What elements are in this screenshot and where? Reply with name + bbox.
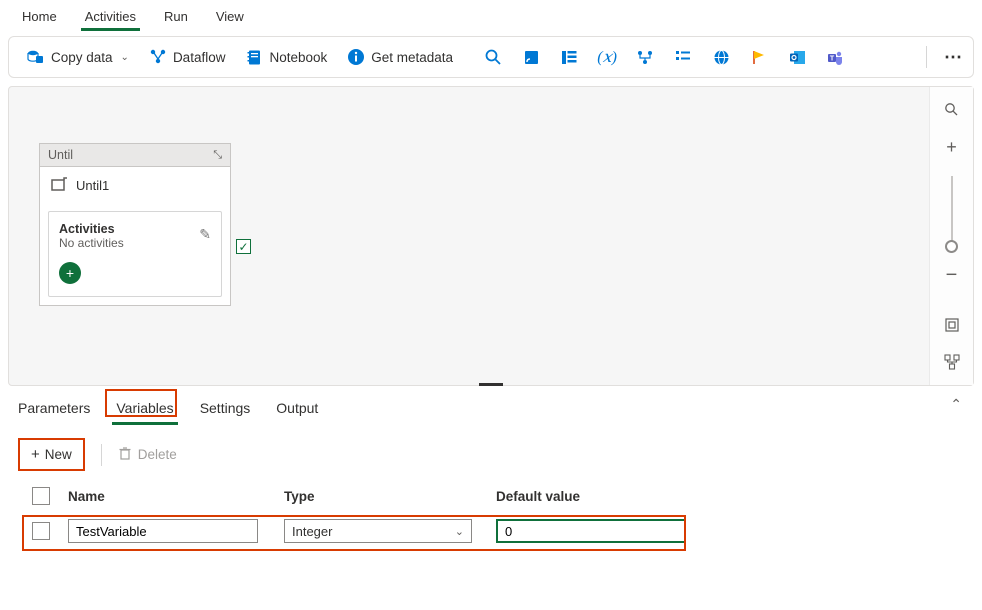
chevron-down-icon: ⌄ [121, 52, 129, 63]
more-button[interactable]: ⋯ [943, 47, 963, 67]
get-metadata-label: Get metadata [371, 50, 453, 65]
new-label: New [45, 447, 72, 462]
search-icon[interactable] [483, 47, 503, 67]
select-all-checkbox[interactable] [32, 487, 50, 505]
toolbar-icon-group: (𝑥) T [483, 47, 845, 67]
highlight-new-button: + New [18, 438, 85, 471]
panel-tabs: Parameters Variables Settings Output ⌃ [0, 386, 982, 424]
info-icon [347, 48, 365, 66]
activities-toolbar: Copy data ⌄ Dataflow Notebook Get metada… [8, 36, 974, 78]
delete-label: Delete [138, 447, 177, 462]
pipeline-icon[interactable] [635, 47, 655, 67]
menu-home[interactable]: Home [8, 3, 71, 30]
dataflow-icon [149, 48, 167, 66]
tab-parameters[interactable]: Parameters [14, 396, 94, 424]
get-metadata-button[interactable]: Get metadata [339, 44, 461, 70]
activity-card-header: Until ⤡ [40, 144, 230, 167]
variables-toolbar: + New Delete [0, 424, 982, 471]
teams-icon[interactable]: T [825, 47, 845, 67]
chevron-down-icon: ⌄ [455, 525, 464, 538]
copy-data-label: Copy data [51, 50, 113, 65]
header-name: Name [68, 489, 284, 504]
pipeline-canvas[interactable]: Until ⤡ Until1 Activities No activities … [8, 86, 974, 386]
list-icon[interactable] [559, 47, 579, 67]
zoom-out-button[interactable]: − [939, 263, 965, 288]
top-menu: Home Activities Run View [0, 0, 982, 32]
canvas-search-button[interactable] [939, 97, 965, 122]
until-icon [50, 176, 68, 194]
flag-icon[interactable] [749, 47, 769, 67]
no-activities-label: No activities [59, 236, 211, 250]
trash-icon [118, 446, 132, 464]
toolbar-separator [926, 46, 927, 68]
variable-type-select[interactable]: Integer ⌄ [284, 519, 472, 543]
copy-data-icon [27, 48, 45, 66]
activity-type-label: Until [48, 148, 73, 162]
delete-variable-button[interactable]: Delete [118, 446, 177, 464]
header-type: Type [284, 489, 496, 504]
tab-variables[interactable]: Variables [112, 396, 177, 424]
variables-table: Name Type Default value Integer ⌄ [24, 481, 958, 551]
menu-view[interactable]: View [202, 3, 258, 30]
canvas-controls: + − [929, 87, 973, 385]
activity-name: Until1 [76, 178, 109, 193]
notebook-icon [245, 48, 263, 66]
activities-label: Activities [59, 222, 211, 236]
script-icon[interactable] [521, 47, 541, 67]
menu-activities[interactable]: Activities [71, 3, 150, 30]
tab-settings[interactable]: Settings [196, 396, 255, 424]
copy-data-button[interactable]: Copy data ⌄ [19, 44, 137, 70]
header-default: Default value [496, 489, 694, 504]
variable-type-value: Integer [292, 524, 332, 539]
toolbar-separator-2 [101, 444, 102, 466]
edit-icon[interactable]: ✎ [199, 226, 211, 243]
dataflow-label: Dataflow [173, 50, 226, 65]
activity-card-title: Until1 [40, 167, 230, 203]
notebook-label: Notebook [269, 50, 327, 65]
until-activity-card[interactable]: Until ⤡ Until1 Activities No activities … [39, 143, 231, 306]
outlook-icon[interactable] [787, 47, 807, 67]
validation-check-icon: ✓ [236, 239, 251, 254]
plus-icon: + [31, 446, 40, 463]
zoom-slider[interactable] [951, 176, 953, 247]
tab-output[interactable]: Output [272, 396, 322, 424]
layout-button[interactable] [939, 350, 965, 375]
svg-text:T: T [829, 55, 834, 62]
zoom-slider-knob[interactable] [945, 240, 958, 253]
new-variable-button[interactable]: + New [21, 441, 82, 468]
zoom-in-button[interactable]: + [939, 134, 965, 159]
dataflow-button[interactable]: Dataflow [141, 44, 234, 70]
menu-run[interactable]: Run [150, 3, 202, 30]
variable-default-input[interactable] [496, 519, 686, 543]
globe-icon[interactable] [711, 47, 731, 67]
fit-screen-button[interactable] [939, 312, 965, 337]
notebook-button[interactable]: Notebook [237, 44, 335, 70]
panel-collapse-button[interactable]: ⌃ [950, 396, 962, 413]
row-checkbox[interactable] [32, 522, 50, 540]
variables-table-header: Name Type Default value [24, 481, 958, 511]
collapse-icon[interactable]: ⤡ [213, 149, 222, 162]
table-row: Integer ⌄ [24, 511, 958, 551]
variable-icon[interactable]: (𝑥) [597, 47, 617, 67]
activity-inner-box: Activities No activities ✎ + [48, 211, 222, 297]
variable-name-input[interactable] [68, 519, 258, 543]
add-activity-button[interactable]: + [59, 262, 81, 284]
form-icon[interactable] [673, 47, 693, 67]
